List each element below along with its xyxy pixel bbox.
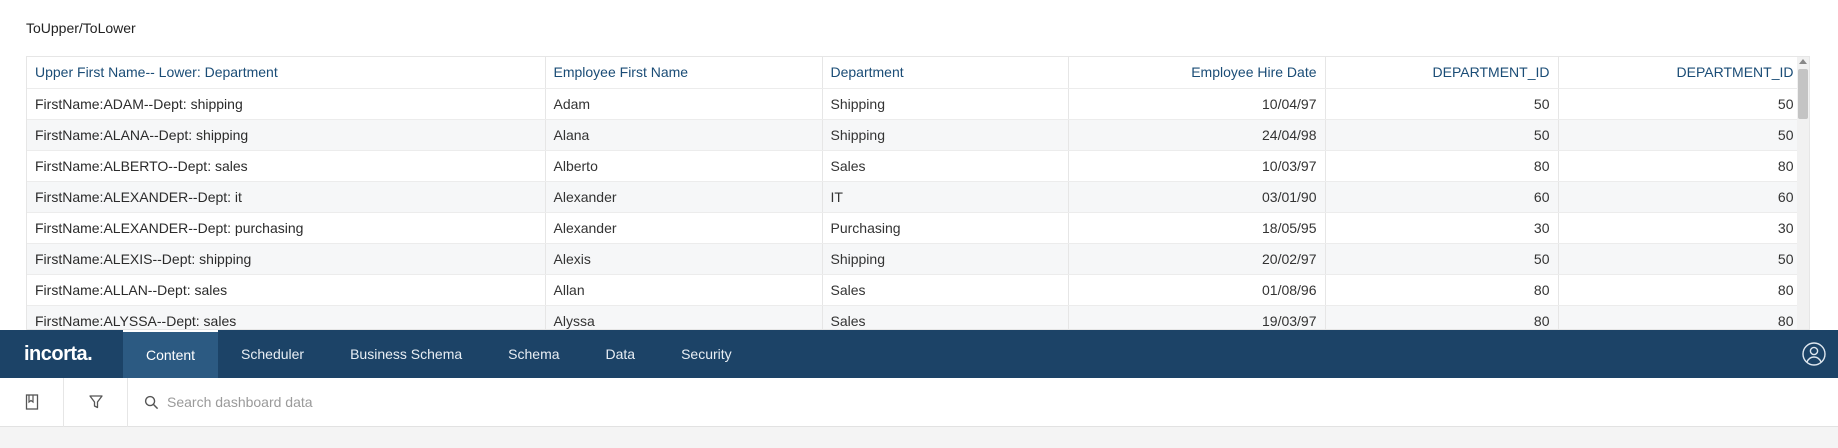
table-row: FirstName:ALANA--Dept: shipping Alana Sh… — [27, 119, 1803, 151]
column-header[interactable]: DEPARTMENT_ID — [1325, 57, 1559, 89]
search-input[interactable] — [167, 394, 567, 410]
table-cell: 19/03/97 — [1068, 305, 1326, 329]
filter-icon — [88, 395, 103, 409]
table-cell: 50 — [1558, 119, 1803, 151]
table-cell: Alyssa — [545, 305, 823, 329]
table-cell: FirstName:ALBERTO--Dept: sales — [27, 150, 546, 182]
table-cell: Alana — [545, 119, 823, 151]
table-cell: Shipping — [822, 243, 1069, 275]
table-cell: 50 — [1558, 243, 1803, 275]
nav-item-security[interactable]: Security — [658, 330, 755, 378]
column-header[interactable]: DEPARTMENT_ID — [1558, 57, 1803, 89]
table-cell: 80 — [1558, 305, 1803, 329]
table-cell: 50 — [1558, 88, 1803, 120]
table-cell: 80 — [1325, 150, 1559, 182]
nav-item-scheduler[interactable]: Scheduler — [218, 330, 327, 378]
table-cell: 03/01/90 — [1068, 181, 1326, 213]
incorta-logo[interactable]: incorta. — [0, 343, 123, 366]
table-cell: Allan — [545, 274, 823, 306]
table-cell: FirstName:ALEXIS--Dept: shipping — [27, 243, 546, 275]
table-cell: 80 — [1558, 150, 1803, 182]
scrollbar-thumb[interactable] — [1798, 69, 1808, 119]
table-row: FirstName:ALEXANDER--Dept: it Alexander … — [27, 181, 1803, 213]
table-cell: Adam — [545, 88, 823, 120]
table-cell: FirstName:ALEXANDER--Dept: purchasing — [27, 212, 546, 244]
user-profile-icon[interactable] — [1802, 342, 1826, 366]
table-cell: FirstName:ALANA--Dept: shipping — [27, 119, 546, 151]
table-cell: Shipping — [822, 119, 1069, 151]
search-icon — [144, 395, 159, 409]
nav-item-content[interactable]: Content — [123, 330, 219, 378]
table-cell: FirstName:ADAM--Dept: shipping — [27, 88, 546, 120]
filter-button[interactable] — [64, 377, 128, 427]
table-cell: 10/03/97 — [1068, 150, 1326, 182]
table-cell: 80 — [1325, 274, 1559, 306]
table-cell: Alexis — [545, 243, 823, 275]
table-cell: 60 — [1325, 181, 1559, 213]
table-cell: 30 — [1558, 212, 1803, 244]
table-row: FirstName:ALEXIS--Dept: shipping Alexis … — [27, 243, 1803, 275]
table-cell: IT — [822, 181, 1069, 213]
table-row: FirstName:ALYSSA--Dept: sales Alyssa Sal… — [27, 305, 1803, 329]
table-cell: Alberto — [545, 150, 823, 182]
table-cell: 01/08/96 — [1068, 274, 1326, 306]
table-cell: FirstName:ALYSSA--Dept: sales — [27, 305, 546, 329]
table-cell: Sales — [822, 274, 1069, 306]
table-cell: 80 — [1558, 274, 1803, 306]
bottom-strip — [0, 427, 1838, 448]
table-cell: FirstName:ALLAN--Dept: sales — [27, 274, 546, 306]
table-cell: 30 — [1325, 212, 1559, 244]
table-header-row: Upper First Name-- Lower: Department Emp… — [27, 57, 1803, 89]
table-cell: Sales — [822, 150, 1069, 182]
table-cell: Sales — [822, 305, 1069, 329]
dashboard-page: { "widget": { "title": "ToUpper/ToLower"… — [0, 0, 1838, 448]
table-cell: 24/04/98 — [1068, 119, 1326, 151]
table-cell: 50 — [1325, 243, 1559, 275]
nav-item-data[interactable]: Data — [583, 330, 659, 378]
table-cell: 80 — [1325, 305, 1559, 329]
table-scrollbar[interactable] — [1797, 57, 1809, 329]
table-cell: 60 — [1558, 181, 1803, 213]
table-cell: 10/04/97 — [1068, 88, 1326, 120]
column-header[interactable]: Upper First Name-- Lower: Department — [27, 57, 546, 89]
scroll-up-arrow-icon[interactable] — [1799, 59, 1807, 64]
column-header[interactable]: Employee Hire Date — [1068, 57, 1326, 89]
bookmark-icon — [25, 394, 38, 410]
bookmark-button[interactable] — [0, 377, 64, 427]
dashboard-search — [128, 394, 567, 410]
nav-item-schema[interactable]: Schema — [485, 330, 582, 378]
table-cell: Alexander — [545, 212, 823, 244]
column-header[interactable]: Department — [822, 57, 1069, 89]
nav-item-business-schema[interactable]: Business Schema — [327, 330, 485, 378]
table-row: FirstName:ALBERTO--Dept: sales Alberto S… — [27, 150, 1803, 182]
column-header[interactable]: Employee First Name — [545, 57, 823, 89]
table-cell: 20/02/97 — [1068, 243, 1326, 275]
table-row: FirstName:ALEXANDER--Dept: purchasing Al… — [27, 212, 1803, 244]
top-navbar: incorta. Content Scheduler Business Sche… — [0, 330, 1838, 378]
table-cell: 50 — [1325, 119, 1559, 151]
table-cell: Purchasing — [822, 212, 1069, 244]
table-cell: 18/05/95 — [1068, 212, 1326, 244]
table-cell: Alexander — [545, 181, 823, 213]
dashboard-toolbar — [0, 377, 1838, 427]
table-row: FirstName:ALLAN--Dept: sales Allan Sales… — [27, 274, 1803, 306]
table-cell: Shipping — [822, 88, 1069, 120]
data-table: Upper First Name-- Lower: Department Emp… — [26, 56, 1810, 330]
table-row: FirstName:ADAM--Dept: shipping Adam Ship… — [27, 88, 1803, 120]
table-cell: 50 — [1325, 88, 1559, 120]
widget-title: ToUpper/ToLower — [26, 20, 136, 36]
table-cell: FirstName:ALEXANDER--Dept: it — [27, 181, 546, 213]
